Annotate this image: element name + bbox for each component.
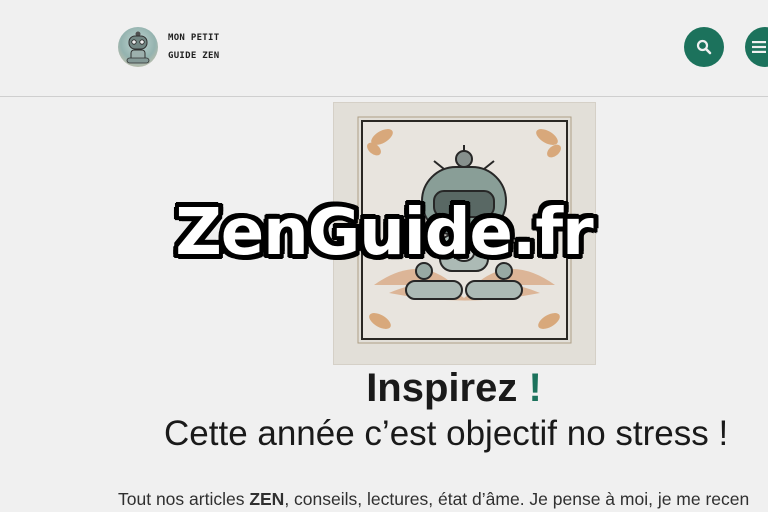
watermark-text: ZenGuide.fr	[175, 196, 593, 270]
